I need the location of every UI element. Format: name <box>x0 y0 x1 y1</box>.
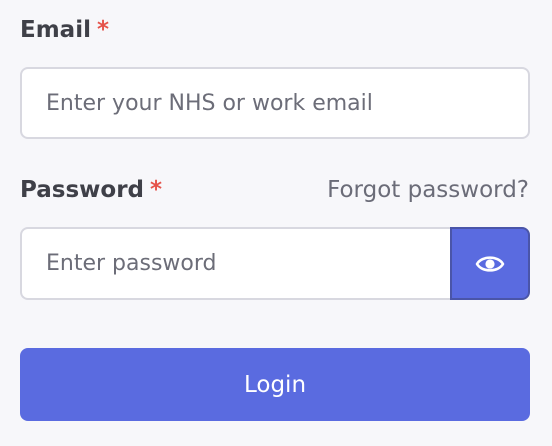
password-label: Password * <box>20 179 162 202</box>
password-required-mark: * <box>150 177 163 203</box>
forgot-password-link[interactable]: Forgot password? <box>327 179 529 202</box>
email-label: Email * <box>20 19 109 42</box>
login-button[interactable]: Login <box>20 348 530 421</box>
email-required-mark: * <box>96 17 109 43</box>
eye-icon <box>475 255 505 272</box>
email-field[interactable] <box>20 67 530 139</box>
show-password-button[interactable] <box>450 227 530 300</box>
password-label-text: Password <box>20 177 144 203</box>
email-label-text: Email <box>20 17 91 43</box>
password-field[interactable] <box>20 227 452 300</box>
